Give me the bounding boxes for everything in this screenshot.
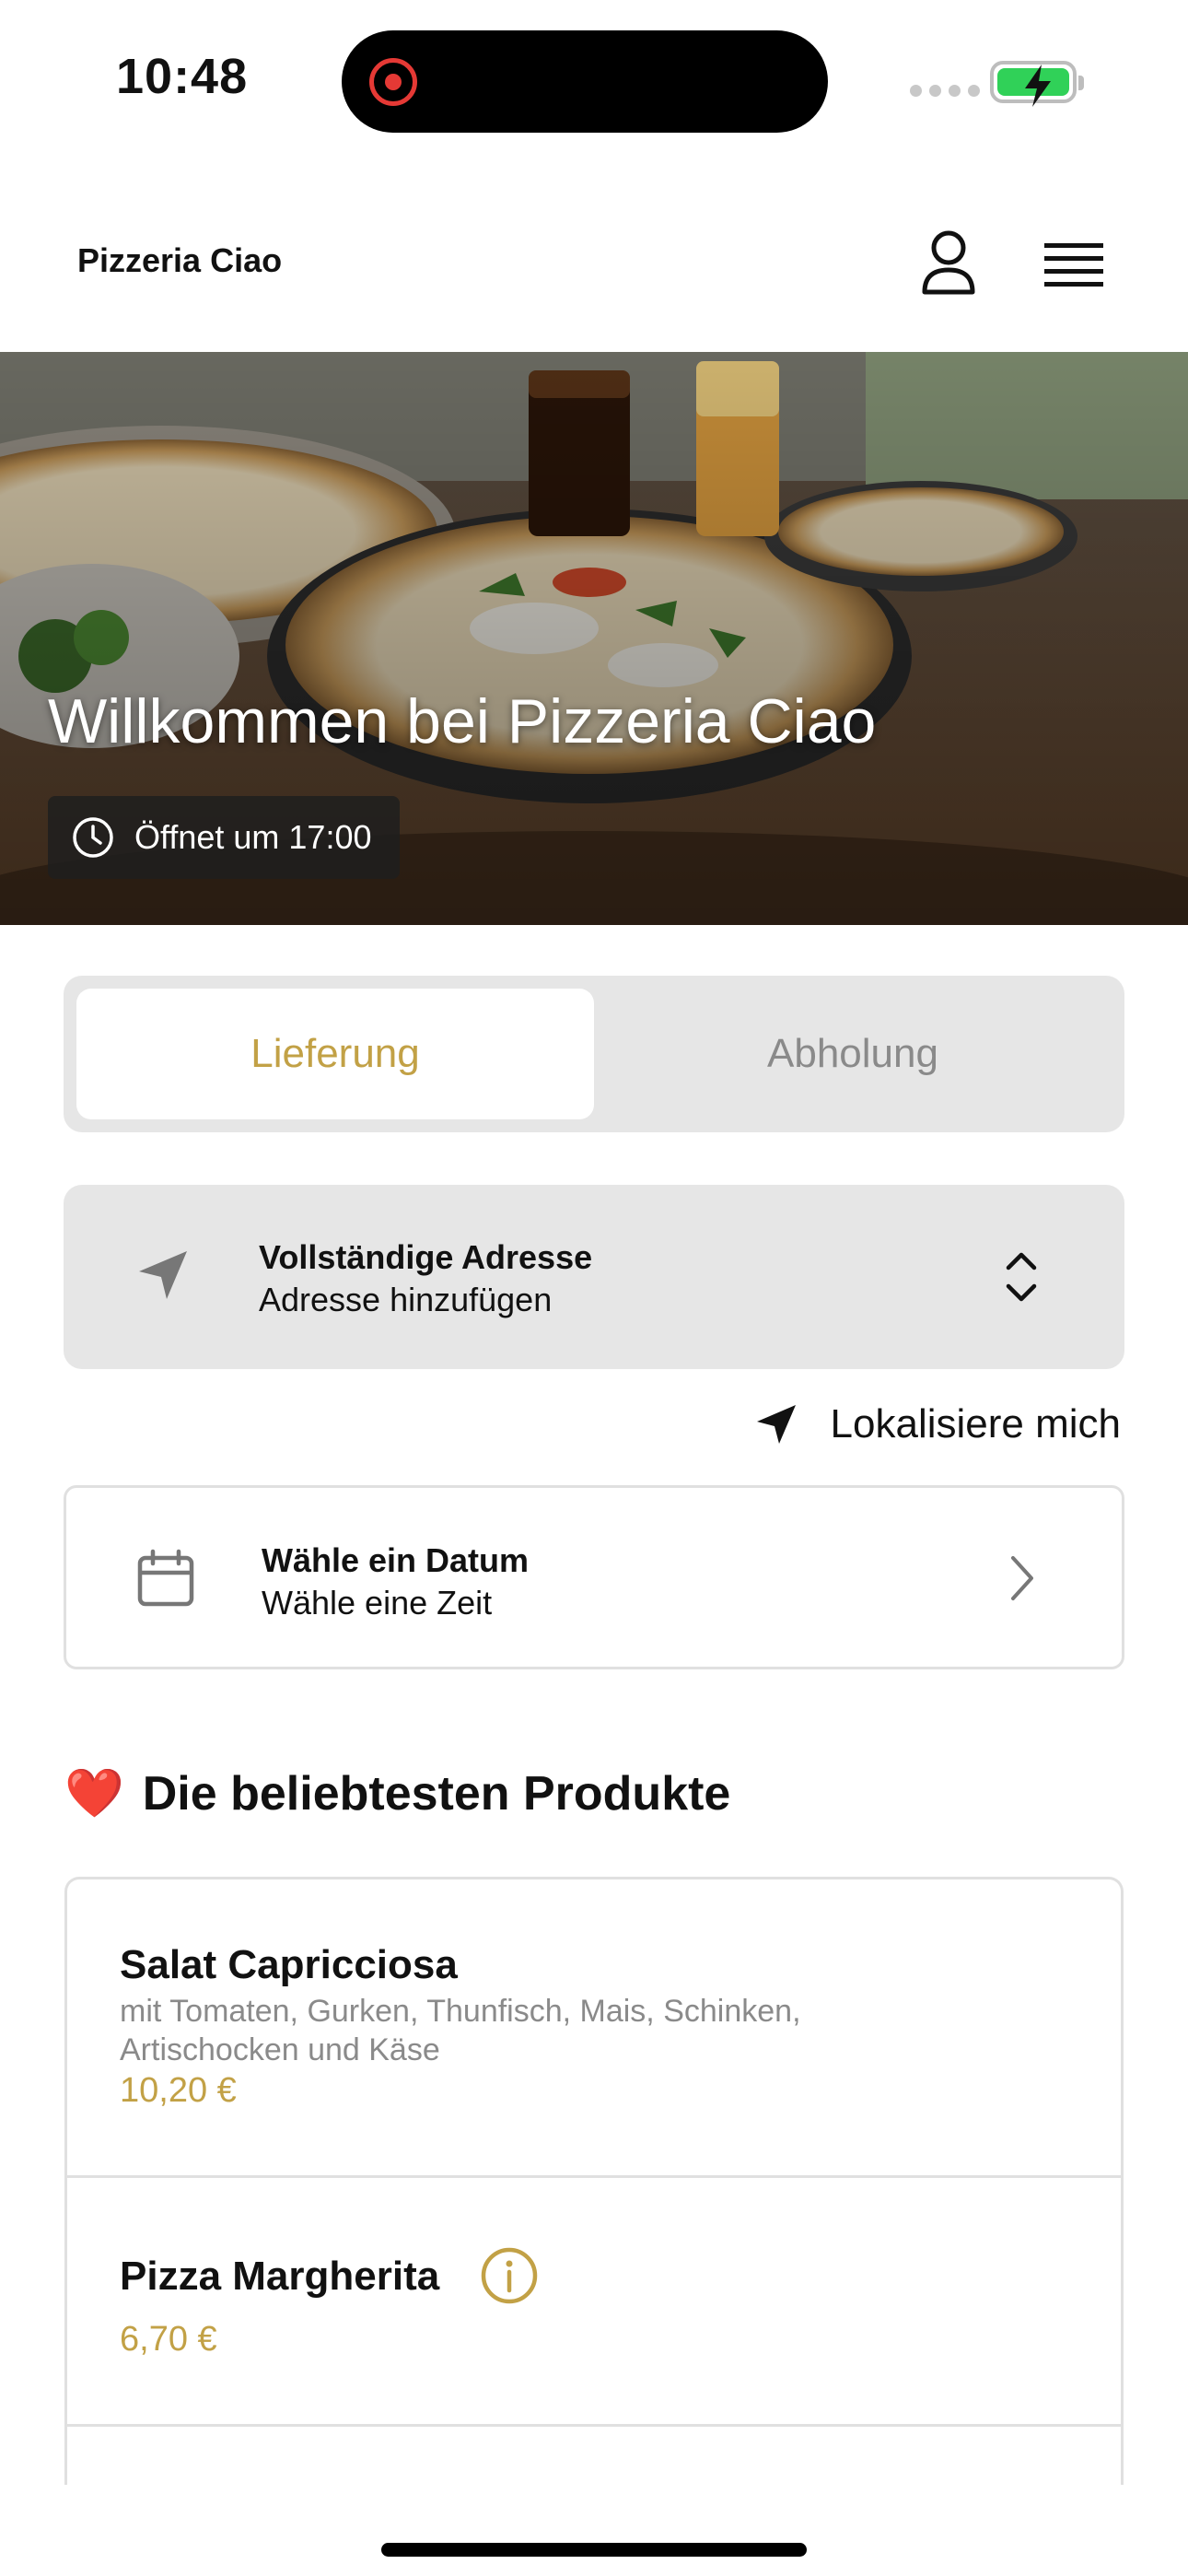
charging-bolt-icon — [1025, 64, 1051, 107]
product-name: Salat Capricciosa — [120, 1942, 458, 1987]
section-title-text: Die beliebtesten Produkte — [142, 1766, 731, 1821]
date-title: Wähle ein Datum — [262, 1541, 530, 1579]
address-selector[interactable]: Vollständige Adresse Adresse hinzufügen — [64, 1185, 1124, 1369]
home-indicator[interactable] — [381, 2543, 807, 2557]
recording-indicator-icon — [369, 58, 417, 106]
cellular-signal-icon — [910, 85, 980, 97]
chevron-right-icon — [1011, 1556, 1033, 1600]
clock-icon — [73, 817, 113, 858]
app-header: Pizzeria Ciao — [0, 184, 1188, 352]
location-arrow-icon — [756, 1405, 796, 1444]
product-name: Pizza Margherita — [120, 2254, 440, 2299]
welcome-title: Willkommen bei Pizzeria Ciao — [48, 686, 877, 756]
hero-banner: Willkommen bei Pizzeria Ciao Öffnet um 1… — [0, 352, 1188, 925]
opening-hours-badge: Öffnet um 17:00 — [48, 796, 400, 879]
person-icon — [922, 230, 975, 295]
hamburger-menu-icon — [1044, 243, 1103, 287]
status-bar: 10:48 — [0, 0, 1188, 157]
tab-delivery[interactable]: Lieferung — [76, 989, 594, 1119]
calendar-icon — [137, 1549, 194, 1607]
account-button[interactable] — [912, 221, 985, 304]
address-subtitle: Adresse hinzufügen — [259, 1281, 553, 1318]
info-icon[interactable] — [480, 2246, 539, 2305]
product-description: mit Tomaten, Gurken, Thunfisch, Mais, Sc… — [120, 1994, 801, 2067]
product-price: 10,20 € — [120, 2071, 237, 2110]
order-mode-toggle: Lieferung Abholung — [64, 976, 1124, 1132]
product-price: 6,70 € — [120, 2320, 217, 2359]
chevron-up-down-icon — [1006, 1252, 1037, 1302]
menu-button[interactable] — [1037, 228, 1111, 302]
product-card[interactable]: Salat Capricciosa mit Tomaten, Gurken, T… — [67, 1879, 1121, 2178]
status-time: 10:48 — [116, 49, 249, 104]
locate-me-button[interactable]: Lokalisiere mich — [755, 1401, 1121, 1447]
opening-hours-text: Öffnet um 17:00 — [134, 818, 372, 856]
time-subtitle: Wähle eine Zeit — [262, 1584, 493, 1622]
battery-icon — [990, 61, 1084, 107]
locate-me-label: Lokalisiere mich — [830, 1401, 1121, 1446]
address-title: Vollständige Adresse — [259, 1238, 593, 1276]
location-arrow-icon — [139, 1251, 187, 1299]
date-time-selector[interactable]: Wähle ein Datum Wähle eine Zeit — [64, 1485, 1124, 1669]
brand-name[interactable]: Pizzeria Ciao — [77, 241, 282, 280]
dynamic-island — [342, 30, 828, 133]
product-card[interactable]: Pizza Margherita 6,70 € — [67, 2178, 1121, 2427]
section-title-popular: ❤️ Die beliebtesten Produkte — [64, 1765, 730, 1821]
heart-icon: ❤️ — [64, 1767, 124, 1821]
tab-pickup[interactable]: Abholung — [594, 989, 1112, 1119]
product-list: Salat Capricciosa mit Tomaten, Gurken, T… — [64, 1877, 1124, 2485]
